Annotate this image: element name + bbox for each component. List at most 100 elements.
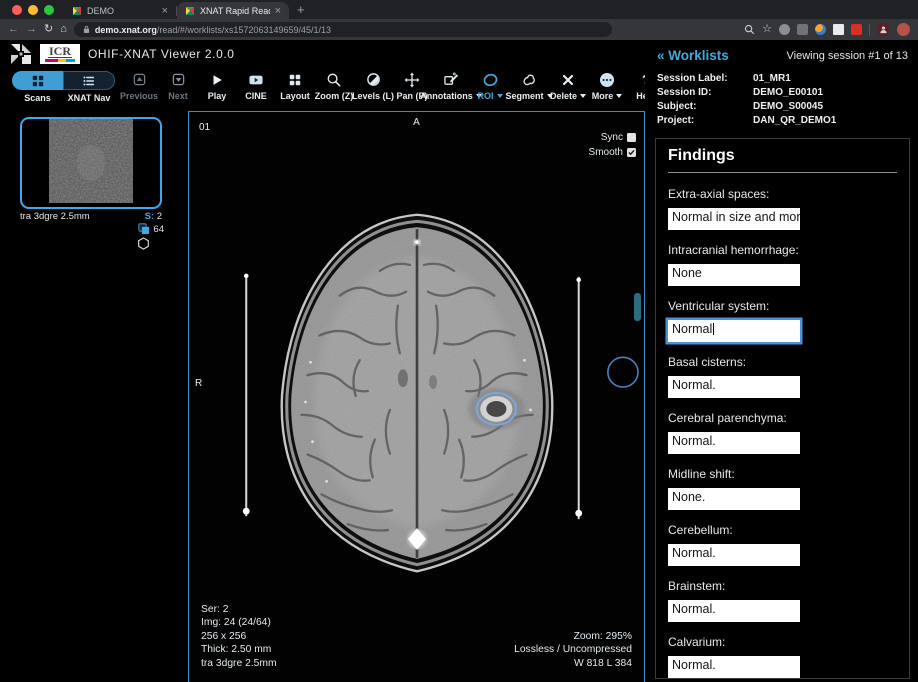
extra-axial-spaces-input[interactable]: Normal in size and morp [668, 208, 800, 230]
browser-tab-demo[interactable]: DEMO × [64, 2, 176, 19]
previous-icon [132, 72, 147, 87]
session-info-value: DEMO_E00101 [753, 87, 908, 98]
check-icon [628, 149, 635, 156]
toolbar-roi-button[interactable]: ROI [475, 71, 505, 101]
zoom-window-overlay: Zoom: 295% Lossless / Uncompressed W 818… [514, 630, 632, 671]
findings-title: Findings [668, 147, 897, 165]
address-bar[interactable]: demo.xnat.org/read/#/worklists/xs1572063… [74, 22, 612, 37]
finding-field: Brainstem: Normal. [668, 579, 897, 622]
session-info-value: 01_MR1 [753, 73, 908, 84]
pan-icon [404, 72, 420, 88]
finding-field: Midline shift: None. [668, 467, 897, 510]
text-cursor [713, 323, 714, 335]
image-info-overlay: Ser: 2 Img: 24 (24/64) 256 x 256 Thick: … [201, 603, 277, 671]
midline-shift-input[interactable]: None. [668, 488, 800, 510]
session-info: Session Label:01_MR1 Session ID:DEMO_E00… [657, 73, 908, 126]
extension-icon[interactable] [815, 24, 826, 35]
grid-icon [31, 74, 45, 88]
extension-icon[interactable] [851, 24, 862, 35]
sync-checkbox[interactable] [627, 133, 636, 142]
toolbar-layout-button[interactable]: Layout [280, 71, 310, 101]
smooth-label: Smooth [589, 147, 623, 158]
divider [869, 24, 870, 36]
browser-tab-rapid-reader[interactable]: XNAT Rapid Reader × [177, 2, 289, 19]
ohif-xnat-app: ICR OHIF-XNAT Viewer 2.0.0 Scans XNAT Na… [0, 40, 918, 682]
sync-label: Sync [601, 132, 623, 143]
finding-field: Extra-axial spaces: Normal in size and m… [668, 187, 897, 230]
toolbar-zoom-button[interactable]: Zoom (Z) [319, 71, 349, 101]
close-window-button[interactable] [12, 5, 22, 15]
tab-close-icon[interactable]: × [275, 6, 281, 16]
toolbar-play-button[interactable]: Play [202, 71, 232, 101]
toolbar-delete-button[interactable]: Delete [553, 71, 583, 101]
thumbnail-meta: tra 3dgre 2.5mm S: 2 64 [20, 211, 162, 222]
calvarium-input[interactable]: Normal. [668, 656, 800, 678]
profile-avatar[interactable] [897, 23, 910, 36]
extension-icon[interactable] [797, 24, 808, 35]
extension-icon[interactable] [779, 24, 790, 35]
thumbnail-image [49, 119, 133, 203]
cerebral-parenchyma-input[interactable]: Normal. [668, 432, 800, 454]
toolbar-xnat-nav-button[interactable]: XNAT Nav [63, 71, 115, 103]
series-thumbnail[interactable] [20, 117, 162, 209]
toolbar-scans-button[interactable]: Scans [12, 71, 63, 103]
forward-icon[interactable]: → [26, 24, 37, 35]
minimize-window-button[interactable] [28, 5, 38, 15]
tab-close-icon[interactable]: × [162, 6, 168, 16]
toolbar-segment-button[interactable]: Segment [514, 71, 544, 101]
back-icon[interactable]: ← [8, 24, 19, 35]
home-icon[interactable]: ⌂ [60, 24, 67, 35]
app-title: OHIF-XNAT Viewer 2.0.0 [88, 47, 235, 61]
toolbar-annotations-button[interactable]: Annotations [436, 71, 466, 101]
worklist-panel: « Worklists Viewing session #1 of 13 Ses… [645, 40, 918, 682]
cine-icon [248, 73, 264, 87]
ventricular-system-input[interactable]: Normal [668, 320, 800, 342]
worklists-back-link[interactable]: « Worklists [657, 48, 729, 63]
main-column: ICR OHIF-XNAT Viewer 2.0.0 Scans XNAT Na… [0, 40, 645, 682]
session-info-label: Project: [657, 115, 753, 126]
session-info-value: DAN_QR_DEMO1 [753, 115, 908, 126]
toolbar-cine-button[interactable]: CINE [241, 71, 271, 101]
frame-count: 64 [153, 224, 164, 235]
chevron-down-icon [580, 94, 586, 98]
annotations-icon [443, 72, 460, 87]
new-tab-button[interactable]: + [289, 2, 315, 19]
toolbar-previous-button[interactable]: Previous [124, 71, 154, 101]
xnat-favicon [185, 6, 195, 16]
finding-field: Cerebral parenchyma: Normal. [668, 411, 897, 454]
extension-icon[interactable] [833, 24, 844, 35]
app-header: ICR OHIF-XNAT Viewer 2.0.0 [0, 40, 645, 67]
url-domain: demo.xnat.org [95, 25, 157, 35]
profile-avatar[interactable] [877, 23, 890, 36]
more-dots-icon [599, 72, 615, 88]
basal-cisterns-input[interactable]: Normal. [668, 376, 800, 398]
sync-toggle[interactable]: Sync [589, 132, 636, 143]
bookmark-star-icon[interactable]: ☆ [762, 24, 772, 35]
browser-window: DEMO × XNAT Rapid Reader × + ← → ↻ ⌂ dem… [0, 0, 918, 682]
brainstem-input[interactable]: Normal. [668, 600, 800, 622]
layout-grid-icon [288, 73, 302, 87]
zoom-window-button[interactable] [44, 5, 54, 15]
orientation-marker-right: R [195, 378, 202, 389]
toolbar-more-button[interactable]: More [592, 71, 622, 101]
divider [668, 172, 897, 173]
finding-field: Cerebellum: Normal. [668, 523, 897, 566]
smooth-toggle[interactable]: Smooth [589, 147, 636, 158]
cerebellum-input[interactable]: Normal. [668, 544, 800, 566]
toolbar-levels-button[interactable]: Levels (L) [358, 71, 388, 101]
finding-field: Intracranial hemorrhage: None [668, 243, 897, 286]
toolbar-next-button[interactable]: Next [163, 71, 193, 101]
smooth-checkbox[interactable] [627, 148, 636, 157]
chevron-down-icon [616, 94, 622, 98]
search-icon[interactable] [744, 24, 755, 35]
series-number-value: 2 [157, 211, 162, 222]
content-row: tra 3dgre 2.5mm S: 2 64 [0, 111, 645, 682]
url-path: /read/#/worklists/xs1572063149659/45/1/1… [157, 25, 331, 35]
intracranial-hemorrhage-input[interactable]: None [668, 264, 800, 286]
active-viewport[interactable]: 01 A R Sync Smooth Ser: [188, 111, 645, 682]
reload-icon[interactable]: ↻ [44, 24, 53, 35]
window-controls [0, 5, 64, 19]
slice-scrollbar[interactable] [634, 293, 641, 321]
findings-form: Findings Extra-axial spaces: Normal in s… [655, 138, 910, 679]
freehand-segment-icon [521, 72, 537, 88]
